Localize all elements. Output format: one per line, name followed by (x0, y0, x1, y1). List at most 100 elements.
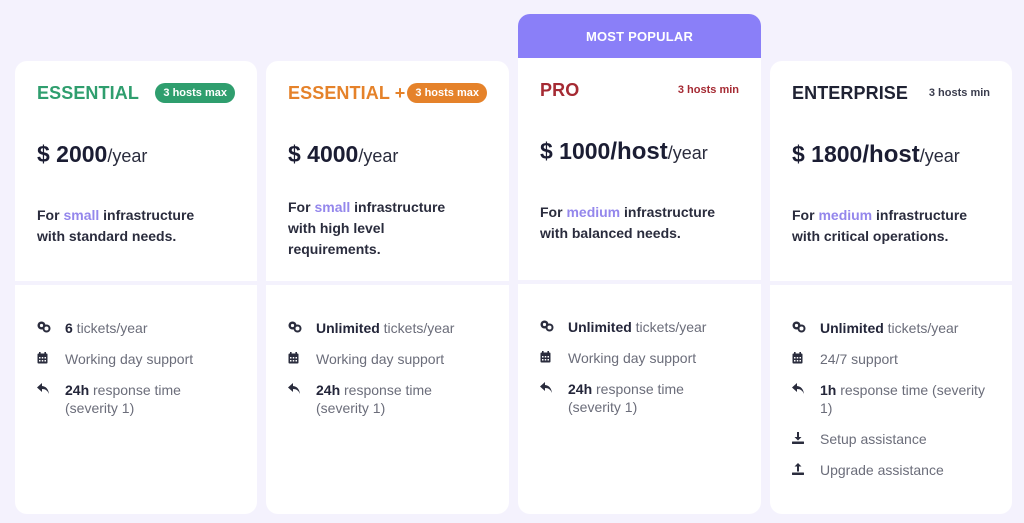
host-limit-badge: 3 hosts max (155, 83, 235, 103)
price-unit: /host (862, 141, 920, 168)
desc-text: For (37, 207, 64, 223)
calendar-icon (540, 349, 568, 363)
calendar-icon (37, 350, 65, 364)
feature-highlight: 1h (820, 382, 837, 398)
feature-highlight: Unlimited (568, 319, 632, 335)
feature-text: Upgrade assistance (820, 461, 944, 479)
feature-text: 24/7 support (820, 350, 898, 368)
plan-description: For small infrastructure with standard n… (37, 205, 217, 247)
feature-item: Setup assistance (792, 430, 990, 448)
feature-label: tickets/year (631, 319, 707, 335)
feature-item: 24h response time (severity 1) (540, 380, 739, 416)
plan-card-header: PRO 3 hosts min $ 1000/host/year For med… (518, 58, 761, 280)
price-period: /year (919, 146, 960, 166)
feature-label: Working day support (568, 350, 697, 366)
feature-text: Unlimited tickets/year (316, 319, 454, 337)
feature-label: response time (severity 1) (820, 382, 985, 416)
tickets-icon (288, 319, 316, 333)
desc-highlight: medium (566, 204, 621, 220)
feature-label: Upgrade assistance (820, 462, 944, 478)
feature-text: 24h response time (severity 1) (316, 381, 487, 417)
feature-text: 6 tickets/year (65, 319, 148, 337)
feature-list: Unlimited tickets/year Working day suppor… (266, 285, 509, 417)
price-amount: $ 4000 (288, 141, 359, 167)
download-icon (792, 430, 820, 444)
desc-text: For (288, 199, 315, 215)
feature-label: tickets/year (379, 320, 455, 336)
price-amount: $ 1000 (540, 138, 611, 164)
price-unit: /host (610, 138, 668, 165)
plan-card-essential-plus[interactable]: ESSENTIAL + 3 hosts max $ 4000/year For … (266, 61, 509, 514)
plan-name: ENTERPRISE (792, 82, 909, 103)
plan-description: For medium infrastructure with balanced … (540, 202, 740, 244)
feature-text: Unlimited tickets/year (820, 319, 958, 337)
feature-text: Setup assistance (820, 430, 927, 448)
feature-label: 24/7 support (820, 351, 898, 367)
feature-item: 24/7 support (792, 350, 990, 368)
feature-item: 1h response time (severity 1) (792, 381, 990, 417)
tickets-icon (792, 319, 820, 333)
plan-name: ESSENTIAL + (288, 82, 406, 103)
feature-highlight: Unlimited (820, 320, 884, 336)
plan-card-essential[interactable]: ESSENTIAL 3 hosts max $ 2000/year For sm… (15, 61, 257, 514)
reply-icon (540, 380, 568, 394)
feature-list: Unlimited tickets/year Working day suppor… (518, 284, 761, 416)
plan-name: ESSENTIAL (37, 82, 139, 103)
tickets-icon (37, 319, 65, 333)
plan-card-header: ENTERPRISE 3 hosts min $ 1800/host/year … (770, 61, 1012, 281)
feature-label: Working day support (65, 351, 194, 367)
most-popular-label: MOST POPULAR (585, 28, 694, 44)
plan-price: $ 1000/host/year (540, 138, 739, 166)
plan-card-header: ESSENTIAL 3 hosts max $ 2000/year For sm… (15, 61, 257, 281)
feature-item: Working day support (288, 350, 487, 368)
plan-description: For small infrastructure with high level… (288, 197, 468, 260)
feature-label: Setup assistance (820, 431, 927, 447)
feature-item: Working day support (540, 349, 739, 367)
feature-item: Working day support (37, 350, 235, 368)
feature-list: Unlimited tickets/year 24/7 support 1h res… (770, 285, 1012, 479)
calendar-icon (288, 350, 316, 364)
desc-text: For (540, 204, 567, 220)
feature-highlight: 24h (316, 382, 341, 398)
reply-icon (288, 381, 316, 395)
host-limit-badge: 3 hosts min (928, 87, 990, 99)
feature-highlight: 6 (65, 320, 73, 336)
host-limit-badge: 3 hosts min (677, 84, 739, 96)
price-period: /year (107, 146, 148, 166)
tickets-icon (540, 318, 568, 332)
feature-text: 24h response time (severity 1) (568, 380, 739, 416)
desc-highlight: medium (818, 207, 873, 223)
desc-text: For (792, 207, 819, 223)
price-amount: $ 1800 (792, 141, 863, 167)
plan-card-enterprise[interactable]: ENTERPRISE 3 hosts min $ 1800/host/year … (770, 61, 1012, 514)
reply-icon (792, 381, 820, 395)
plan-card-pro[interactable]: PRO 3 hosts min $ 1000/host/year For med… (518, 58, 761, 514)
feature-label: tickets/year (72, 320, 148, 336)
feature-label: tickets/year (883, 320, 959, 336)
feature-item: Unlimited tickets/year (792, 319, 990, 337)
desc-highlight: small (63, 207, 100, 223)
price-period: /year (667, 143, 708, 163)
feature-item: 24h response time (severity 1) (37, 381, 235, 417)
feature-text: Working day support (316, 350, 444, 368)
feature-item: Unlimited tickets/year (540, 318, 739, 336)
plan-price: $ 2000/year (37, 141, 235, 169)
feature-text: Working day support (568, 349, 696, 367)
feature-label: Working day support (316, 351, 445, 367)
plan-price: $ 4000/year (288, 141, 487, 169)
feature-highlight: 24h (568, 381, 593, 397)
feature-item: 24h response time (severity 1) (288, 381, 487, 417)
plan-card-header: ESSENTIAL + 3 hosts max $ 4000/year For … (266, 61, 509, 281)
feature-text: Working day support (65, 350, 193, 368)
feature-highlight: Unlimited (316, 320, 380, 336)
price-amount: $ 2000 (37, 141, 108, 167)
plan-description: For medium infrastructure with critical … (792, 205, 992, 247)
plan-name: PRO (540, 79, 580, 100)
host-limit-badge: 3 hosts max (407, 83, 487, 103)
feature-item: Upgrade assistance (792, 461, 990, 479)
feature-item: Unlimited tickets/year (288, 319, 487, 337)
feature-text: Unlimited tickets/year (568, 318, 706, 336)
plan-price: $ 1800/host/year (792, 141, 990, 169)
calendar-icon (792, 350, 820, 364)
feature-item: 6 tickets/year (37, 319, 235, 337)
